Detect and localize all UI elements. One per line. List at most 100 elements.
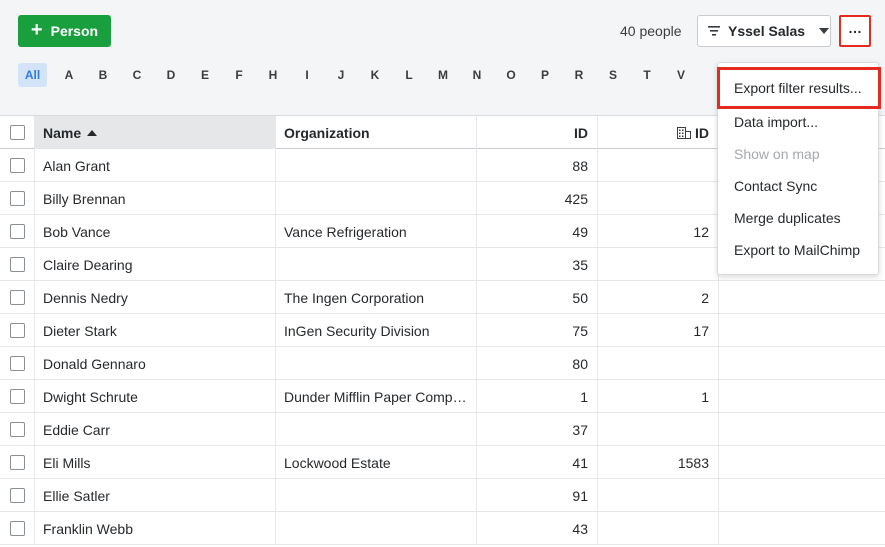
menu-item-export-to-mailchimp[interactable]: Export to MailChimp xyxy=(718,234,878,266)
column-header-id[interactable]: ID xyxy=(477,116,598,149)
column-header-org-id-label: ID xyxy=(695,124,709,141)
cell-organization xyxy=(276,248,477,281)
table-row[interactable]: Dennis Nedry The Ingen Corporation 50 2 xyxy=(0,281,885,314)
cell-id: 88 xyxy=(477,149,598,182)
table-row[interactable]: Dieter Stark InGen Security Division 75 17 xyxy=(0,314,885,347)
cell-id: 41 xyxy=(477,446,598,479)
alphabet-letter-e[interactable]: E xyxy=(188,63,222,87)
alphabet-letter-p[interactable]: P xyxy=(528,63,562,87)
menu-item-merge-duplicates[interactable]: Merge duplicates xyxy=(718,202,878,234)
column-header-org-id[interactable]: ID xyxy=(598,116,719,149)
select-all-checkbox[interactable] xyxy=(9,125,25,140)
person-name-link[interactable]: Dieter Stark xyxy=(43,323,117,339)
person-id: 43 xyxy=(572,520,588,537)
row-checkbox[interactable] xyxy=(9,224,25,239)
organization-id: 12 xyxy=(693,223,709,240)
person-name-link[interactable]: Eli Mills xyxy=(43,455,90,471)
alphabet-filter: All A B C D E F H I J K L M N O P R S T V xyxy=(18,63,698,87)
alphabet-letter-c[interactable]: C xyxy=(120,63,154,87)
person-id: 49 xyxy=(572,223,588,240)
cell-id: 91 xyxy=(477,479,598,512)
filter-select[interactable]: Yssel Salas xyxy=(697,15,831,47)
alphabet-letter-k[interactable]: K xyxy=(358,63,392,87)
row-checkbox[interactable] xyxy=(9,158,25,173)
alphabet-letter-i[interactable]: I xyxy=(290,63,324,87)
alphabet-letter-t[interactable]: T xyxy=(630,63,664,87)
alphabet-letter-n[interactable]: N xyxy=(460,63,494,87)
alphabet-letter-h[interactable]: H xyxy=(256,63,290,87)
row-checkbox[interactable] xyxy=(9,488,25,503)
menu-item-contact-sync[interactable]: Contact Sync xyxy=(718,170,878,202)
organization-link[interactable]: Dunder Mifflin Paper Comp… xyxy=(284,389,467,405)
table-row[interactable]: Eddie Carr 37 xyxy=(0,413,885,446)
table-row[interactable]: Donald Gennaro 80 xyxy=(0,347,885,380)
person-name-link[interactable]: Dennis Nedry xyxy=(43,290,128,306)
person-name-link[interactable]: Claire Dearing xyxy=(43,257,132,273)
cell-organization xyxy=(276,512,477,545)
organization-link[interactable]: Vance Refrigeration xyxy=(284,224,407,240)
alphabet-letter-m[interactable]: M xyxy=(426,63,460,87)
cell-name: Dwight Schrute xyxy=(35,380,276,413)
row-checkbox[interactable] xyxy=(9,521,25,536)
alphabet-letter-l[interactable]: L xyxy=(392,63,426,87)
organization-link[interactable]: Lockwood Estate xyxy=(284,455,391,471)
person-name-link[interactable]: Alan Grant xyxy=(43,158,110,174)
cell-organization xyxy=(276,479,477,512)
cell-organization: Lockwood Estate xyxy=(276,446,477,479)
alphabet-letter-d[interactable]: D xyxy=(154,63,188,87)
cell-name: Donald Gennaro xyxy=(35,347,276,380)
row-checkbox[interactable] xyxy=(9,191,25,206)
person-name-link[interactable]: Ellie Satler xyxy=(43,488,110,504)
filter-label: Yssel Salas xyxy=(728,23,806,39)
alphabet-letter-a[interactable]: A xyxy=(52,63,86,87)
alphabet-letter-f[interactable]: F xyxy=(222,63,256,87)
organization-link[interactable]: InGen Security Division xyxy=(284,323,430,339)
alphabet-letter-s[interactable]: S xyxy=(596,63,630,87)
person-name-link[interactable]: Eddie Carr xyxy=(43,422,110,438)
person-name-link[interactable]: Bob Vance xyxy=(43,224,110,240)
alphabet-letter-o[interactable]: O xyxy=(494,63,528,87)
alphabet-letter-b[interactable]: B xyxy=(86,63,120,87)
person-name-link[interactable]: Franklin Webb xyxy=(43,521,133,537)
cell-id: 75 xyxy=(477,314,598,347)
row-checkbox[interactable] xyxy=(9,290,25,305)
person-name-link[interactable]: Dwight Schrute xyxy=(43,389,138,405)
cell-organization xyxy=(276,347,477,380)
row-checkbox[interactable] xyxy=(9,356,25,371)
alphabet-letter-v[interactable]: V xyxy=(664,63,698,87)
row-checkbox[interactable] xyxy=(9,323,25,338)
cell-id: 35 xyxy=(477,248,598,281)
column-header-name[interactable]: Name xyxy=(35,116,276,149)
row-checkbox[interactable] xyxy=(9,455,25,470)
row-select-cell xyxy=(0,248,35,281)
menu-item-data-import[interactable]: Data import... xyxy=(718,106,878,138)
organization-link[interactable]: The Ingen Corporation xyxy=(284,290,424,306)
alphabet-letter-j[interactable]: J xyxy=(324,63,358,87)
cell-id: 1 xyxy=(477,380,598,413)
person-name-link[interactable]: Billy Brennan xyxy=(43,191,126,207)
menu-item-export-filter-results[interactable]: Export filter results... xyxy=(717,67,881,109)
organization-id: 17 xyxy=(693,322,709,339)
organization-id: 1 xyxy=(701,388,709,405)
cell-organization: Vance Refrigeration xyxy=(276,215,477,248)
person-id: 80 xyxy=(572,355,588,372)
row-select-cell xyxy=(0,446,35,479)
more-actions-button[interactable]: … xyxy=(839,15,871,47)
cell-org-id: 17 xyxy=(598,314,719,347)
alphabet-letter-r[interactable]: R xyxy=(562,63,596,87)
table-row[interactable]: Eli Mills Lockwood Estate 41 1583 xyxy=(0,446,885,479)
person-name-link[interactable]: Donald Gennaro xyxy=(43,356,146,372)
row-checkbox[interactable] xyxy=(9,257,25,272)
table-row[interactable]: Dwight Schrute Dunder Mifflin Paper Comp…… xyxy=(0,380,885,413)
column-header-organization[interactable]: Organization xyxy=(276,116,477,149)
menu-item-show-on-map: Show on map xyxy=(734,146,820,162)
row-checkbox[interactable] xyxy=(9,422,25,437)
filter-icon xyxy=(708,26,720,36)
cell-id: 49 xyxy=(477,215,598,248)
ellipsis-icon: … xyxy=(848,20,862,36)
table-row[interactable]: Franklin Webb 43 xyxy=(0,512,885,545)
row-checkbox[interactable] xyxy=(9,389,25,404)
table-row[interactable]: Ellie Satler 91 xyxy=(0,479,885,512)
add-person-button[interactable]: + Person xyxy=(18,15,111,47)
alphabet-letter-all[interactable]: All xyxy=(18,63,47,87)
